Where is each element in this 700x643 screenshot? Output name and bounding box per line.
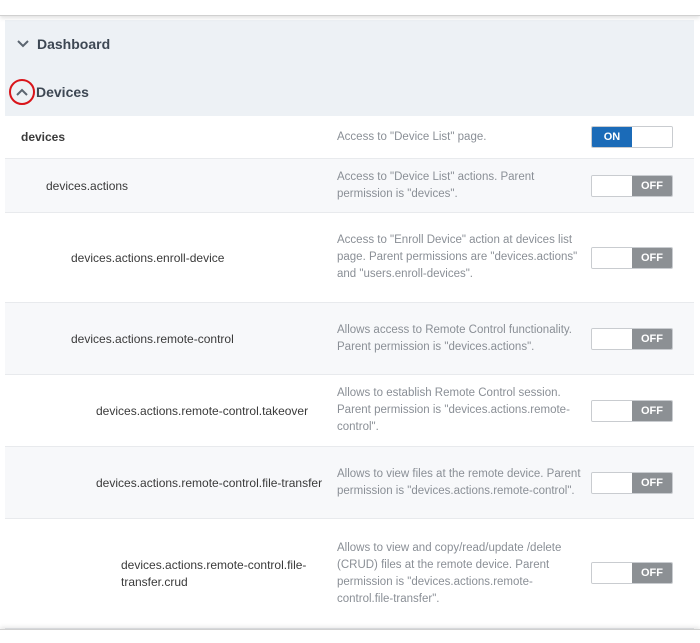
permission-name: devices.actions.remote-control.file-tran… xyxy=(121,557,307,589)
toggle-blank xyxy=(632,127,672,147)
toggle-off-label: OFF xyxy=(632,563,672,583)
permission-name: devices.actions.remote-control.takeover xyxy=(96,403,309,418)
permission-toggle[interactable]: OFF xyxy=(591,247,673,269)
permission-description: Access to "Enroll Device" action at devi… xyxy=(337,234,578,280)
permission-description: Access to "Device List" actions. Parent … xyxy=(337,170,535,200)
toggle-off-label: OFF xyxy=(632,176,672,196)
permission-row: devices.actions.remote-control.takeover … xyxy=(5,375,694,447)
chevron-up-icon[interactable] xyxy=(9,79,35,105)
permission-description: Allows to view files at the remote devic… xyxy=(337,467,581,497)
chevron-down-icon xyxy=(15,36,31,52)
section-devices-label: Devices xyxy=(36,84,89,100)
permission-row: devices.actions Access to "Device List" … xyxy=(5,159,694,213)
torn-edge-top xyxy=(0,0,700,16)
permission-description: Allows to establish Remote Control sessi… xyxy=(337,387,570,433)
permission-description: Allows to view and copy/read/update /del… xyxy=(337,541,562,605)
section-devices[interactable]: Devices xyxy=(5,68,694,116)
toggle-blank xyxy=(592,248,632,268)
toggle-off-label: OFF xyxy=(632,248,672,268)
toggle-blank xyxy=(592,563,632,583)
permission-name: devices.actions.enroll-device xyxy=(71,250,225,265)
permission-row: devices.actions.remote-control Allows ac… xyxy=(5,303,694,375)
toggle-blank xyxy=(592,473,632,493)
section-dashboard[interactable]: Dashboard xyxy=(5,20,694,68)
permission-toggle[interactable]: OFF xyxy=(591,400,673,422)
permission-row: devices.actions.remote-control.file-tran… xyxy=(5,519,694,629)
toggle-off-label: OFF xyxy=(632,329,672,349)
toggle-blank xyxy=(592,176,632,196)
permission-name: devices xyxy=(21,130,66,144)
permission-toggle[interactable]: OFF xyxy=(591,328,673,350)
toggle-off-label: OFF xyxy=(632,401,672,421)
toggle-on-label: ON xyxy=(592,127,632,147)
permission-toggle[interactable]: OFF xyxy=(591,562,673,584)
permissions-list: devices Access to "Device List" page. ON… xyxy=(5,116,694,629)
toggle-off-label: OFF xyxy=(632,473,672,493)
permission-toggle[interactable]: OFF xyxy=(591,472,673,494)
permission-description: Access to "Device List" page. xyxy=(337,130,487,143)
permission-row: devices.actions.remote-control.file-tran… xyxy=(5,447,694,519)
permission-toggle[interactable]: ON xyxy=(591,126,673,148)
permission-toggle[interactable]: OFF xyxy=(591,175,673,197)
section-dashboard-label: Dashboard xyxy=(37,36,111,52)
toggle-blank xyxy=(592,329,632,349)
torn-edge-bottom xyxy=(0,629,700,643)
permission-name: devices.actions xyxy=(46,178,129,193)
permission-row: devices.actions.enroll-device Access to … xyxy=(5,213,694,303)
permission-name: devices.actions.remote-control xyxy=(71,331,234,346)
permissions-panel: Dashboard Devices devices Access to "Dev… xyxy=(5,20,694,632)
permission-row: devices Access to "Device List" page. ON xyxy=(5,116,694,159)
toggle-blank xyxy=(592,401,632,421)
permission-name: devices.actions.remote-control.file-tran… xyxy=(96,475,323,490)
permission-description: Allows access to Remote Control function… xyxy=(337,323,572,353)
